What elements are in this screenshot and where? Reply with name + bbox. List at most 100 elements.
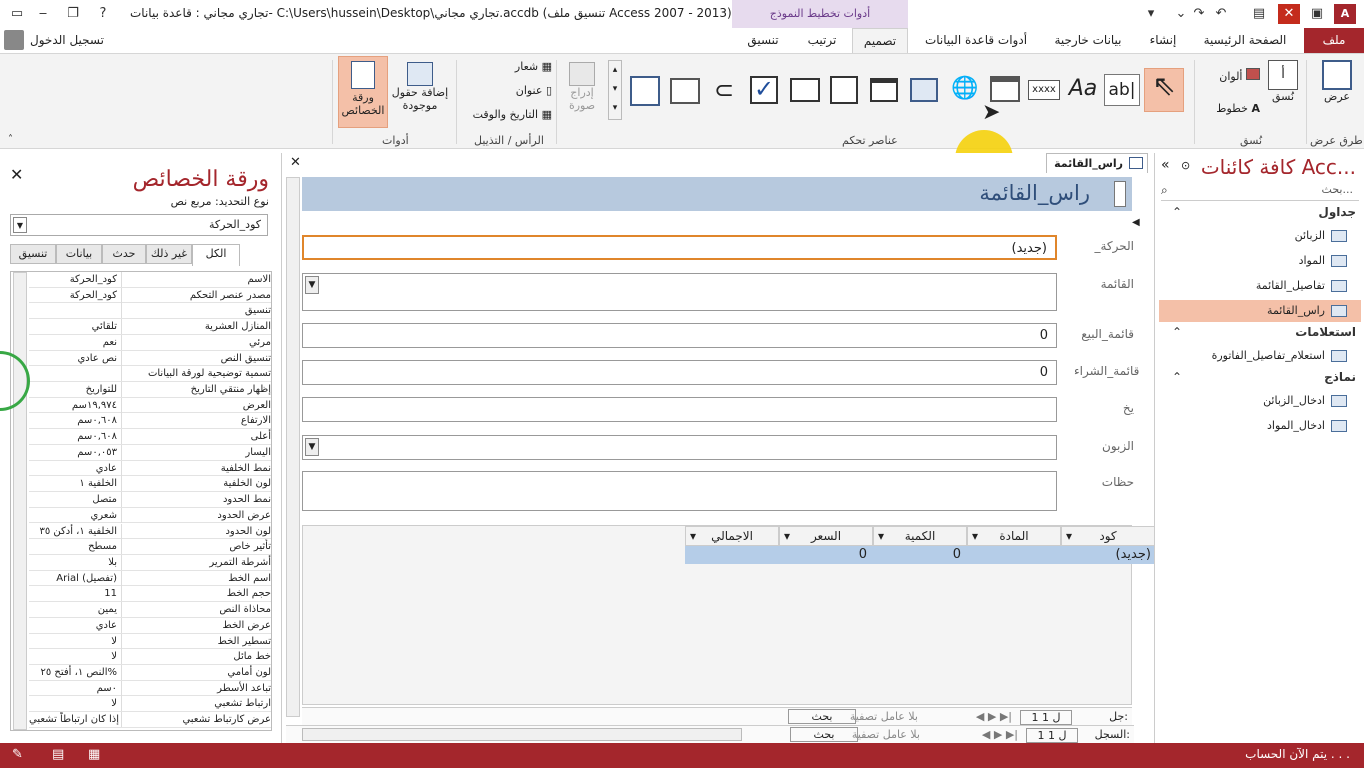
property-row[interactable]: نمط الحدود متصل xyxy=(29,492,271,508)
attachment-control-icon[interactable]: ⊂ xyxy=(714,76,734,106)
property-value[interactable]: ٠,٠٥٣سم xyxy=(29,445,119,460)
property-row[interactable]: عرض الخط عادي xyxy=(29,617,271,634)
close-icon[interactable]: ✕ xyxy=(1278,4,1300,24)
nav-group-header[interactable]: جداول ⌃ xyxy=(1166,205,1356,219)
checkbox-control-icon[interactable]: ✓ xyxy=(750,76,778,104)
sign-in-link[interactable]: تسجيل الدخول xyxy=(30,33,104,47)
add-existing-fields-button[interactable]: إضافة حقول موجودة xyxy=(390,62,450,112)
restore-button[interactable]: ❐ xyxy=(62,4,84,24)
property-value[interactable]: ١٩,٩٧٤سم xyxy=(29,398,119,413)
property-row[interactable]: محاذاة النص يمين xyxy=(29,602,271,618)
redo-icon[interactable]: ↷ xyxy=(1188,4,1210,24)
label-control-icon[interactable]: Aa xyxy=(1064,74,1102,106)
chevron-down-icon[interactable]: ▾ xyxy=(690,527,696,545)
tab-event[interactable]: حدث xyxy=(102,244,146,264)
property-row[interactable]: لون الخلفية الخلفية ١ xyxy=(29,476,271,493)
subform-cell[interactable]: 0 xyxy=(779,546,873,564)
property-row[interactable]: عرض كارتباط تشعبي إذا كان ارتباطاً تشعبي xyxy=(29,712,271,728)
button-control-icon[interactable]: xxxx xyxy=(1028,80,1060,100)
form-field[interactable]: ▼ xyxy=(302,435,1057,460)
chevron-down-icon[interactable]: ▼ xyxy=(13,217,27,233)
property-value[interactable]: عادي xyxy=(29,461,119,476)
tab-control-icon[interactable] xyxy=(990,76,1020,102)
tab-other[interactable]: غير ذلك xyxy=(146,244,192,264)
property-grid-scrollbar[interactable] xyxy=(13,272,27,730)
property-value[interactable]: ٠,٦٠٨سم xyxy=(29,429,119,444)
property-row[interactable]: إظهار منتقي التاريخ للتواريخ xyxy=(29,382,271,398)
controls-gallery-scroll[interactable]: ▴ ▾ ▾ xyxy=(608,60,622,120)
nav-item[interactable]: تفاصيل_القائمة xyxy=(1159,275,1361,297)
logo-button[interactable]: شعار ▦ xyxy=(470,60,552,73)
dropdown-icon[interactable]: ▾ xyxy=(1140,4,1162,24)
property-value[interactable]: مسطح xyxy=(29,539,119,554)
chevron-down-icon[interactable]: ▾ xyxy=(784,527,790,545)
nav-search-input[interactable]: بحث... xyxy=(1161,183,1359,201)
property-value[interactable]: عادي xyxy=(29,618,119,633)
colors-button[interactable]: ألوان xyxy=(1204,68,1260,83)
property-sheet-button[interactable]: ورقة الخصائص xyxy=(338,56,388,128)
property-value[interactable]: Arial (تفصيل) xyxy=(29,571,119,586)
nav-item[interactable]: ادخال_الزبائن xyxy=(1159,390,1361,412)
property-value[interactable]: 11 xyxy=(29,586,119,601)
page-break-icon[interactable] xyxy=(790,78,820,102)
property-row[interactable]: ارتباط تشعبي لا xyxy=(29,696,271,713)
chevron-down-icon[interactable]: ▾ xyxy=(1066,527,1072,545)
nav-item[interactable]: ادخال_المواد xyxy=(1159,415,1361,437)
nav-arrows-icon[interactable]: ◀ ▶ ▶| xyxy=(976,710,1012,723)
nav-item[interactable]: المواد xyxy=(1159,250,1361,272)
nav-group-header[interactable]: استعلامات ⌃ xyxy=(1166,325,1356,339)
subform-position[interactable]: 1 ل 1 xyxy=(1020,710,1072,725)
property-value[interactable]: للتواريخ xyxy=(29,382,119,397)
form-field[interactable]: 0 xyxy=(302,323,1057,348)
tab-file[interactable]: ملف xyxy=(1304,28,1364,53)
form-field[interactable]: ▼ xyxy=(302,273,1057,311)
form-field[interactable] xyxy=(302,397,1057,422)
column-header[interactable]: الكمية ▾ xyxy=(873,526,967,546)
tab-design[interactable]: تصميم xyxy=(852,28,908,53)
form-view-icon[interactable]: ▤ xyxy=(52,747,64,762)
save-icon[interactable]: ▣ xyxy=(1306,4,1328,24)
undo-icon[interactable]: ↶ xyxy=(1210,4,1232,24)
property-value[interactable]: لا xyxy=(29,634,119,649)
property-row[interactable]: تنسيق xyxy=(29,303,271,320)
navigation-control-icon[interactable] xyxy=(870,78,898,102)
tab-data[interactable]: بيانات xyxy=(56,244,102,264)
web-browser-control-icon[interactable] xyxy=(910,78,938,102)
collapse-pane-icon[interactable]: « xyxy=(1161,157,1170,173)
property-value[interactable]: إذا كان ارتباطاً تشعبي xyxy=(29,712,119,727)
select-pointer-icon[interactable]: ⇖ xyxy=(1144,68,1184,112)
nav-item[interactable]: استعلام_تفاصيل_الفاتورة xyxy=(1159,345,1361,367)
view-icon[interactable]: ▤ xyxy=(1248,4,1270,24)
nav-arrows-icon[interactable]: ◀ ▶ ▶| xyxy=(982,728,1018,741)
date-time-button[interactable]: التاريخ والوقت ▦ xyxy=(460,108,552,121)
property-value[interactable]: نص عادي xyxy=(29,351,119,366)
subform-cell[interactable] xyxy=(685,546,779,564)
close-pane-icon[interactable]: ✕ xyxy=(10,165,23,184)
column-header[interactable]: المادة ▾ xyxy=(967,526,1061,546)
subform-cell[interactable]: (جديد) xyxy=(1061,546,1155,564)
collapse-ribbon-icon[interactable]: ˄ xyxy=(8,134,13,145)
property-row[interactable]: لون الحدود الخلفية ١، أدكن ٣٥ xyxy=(29,523,271,540)
help-button[interactable]: ? xyxy=(92,4,114,24)
nav-group-header[interactable]: نماذج ⌃ xyxy=(1166,370,1356,384)
subform-search[interactable]: بحث xyxy=(788,709,856,724)
collapse-group-icon[interactable]: ⌃ xyxy=(1172,325,1182,339)
property-row[interactable]: تسطير الخط لا xyxy=(29,633,271,650)
chevron-down-icon[interactable]: ▾ xyxy=(878,527,884,545)
property-row[interactable]: حجم الخط 11 xyxy=(29,586,271,603)
property-value[interactable]: كود_الحركة xyxy=(29,288,119,303)
subform-filter[interactable]: بلا عامل تصفية xyxy=(850,710,918,723)
document-tab[interactable]: راس_القائمة xyxy=(1046,153,1148,173)
property-value[interactable]: تلقائي xyxy=(29,319,119,334)
column-header[interactable]: الاجمالي ▾ xyxy=(685,526,779,546)
property-row[interactable]: مرئي نعم xyxy=(29,334,271,351)
selected-control-combo[interactable]: كود_الحركة ▼ xyxy=(10,214,268,236)
property-row[interactable]: عرض الحدود شعري xyxy=(29,507,271,524)
tab-home[interactable]: الصفحة الرئيسية xyxy=(1194,28,1296,53)
form-field[interactable]: 0 xyxy=(302,360,1057,385)
subform-cell[interactable] xyxy=(967,546,1061,564)
property-row[interactable]: تنسيق النص نص عادي xyxy=(29,350,271,367)
insert-image-button[interactable]: إدراج صورة xyxy=(560,62,604,112)
property-value[interactable]: النص ١، أفتح ٢٥% xyxy=(29,665,119,680)
chevron-down-icon[interactable]: ▾ xyxy=(972,527,978,545)
